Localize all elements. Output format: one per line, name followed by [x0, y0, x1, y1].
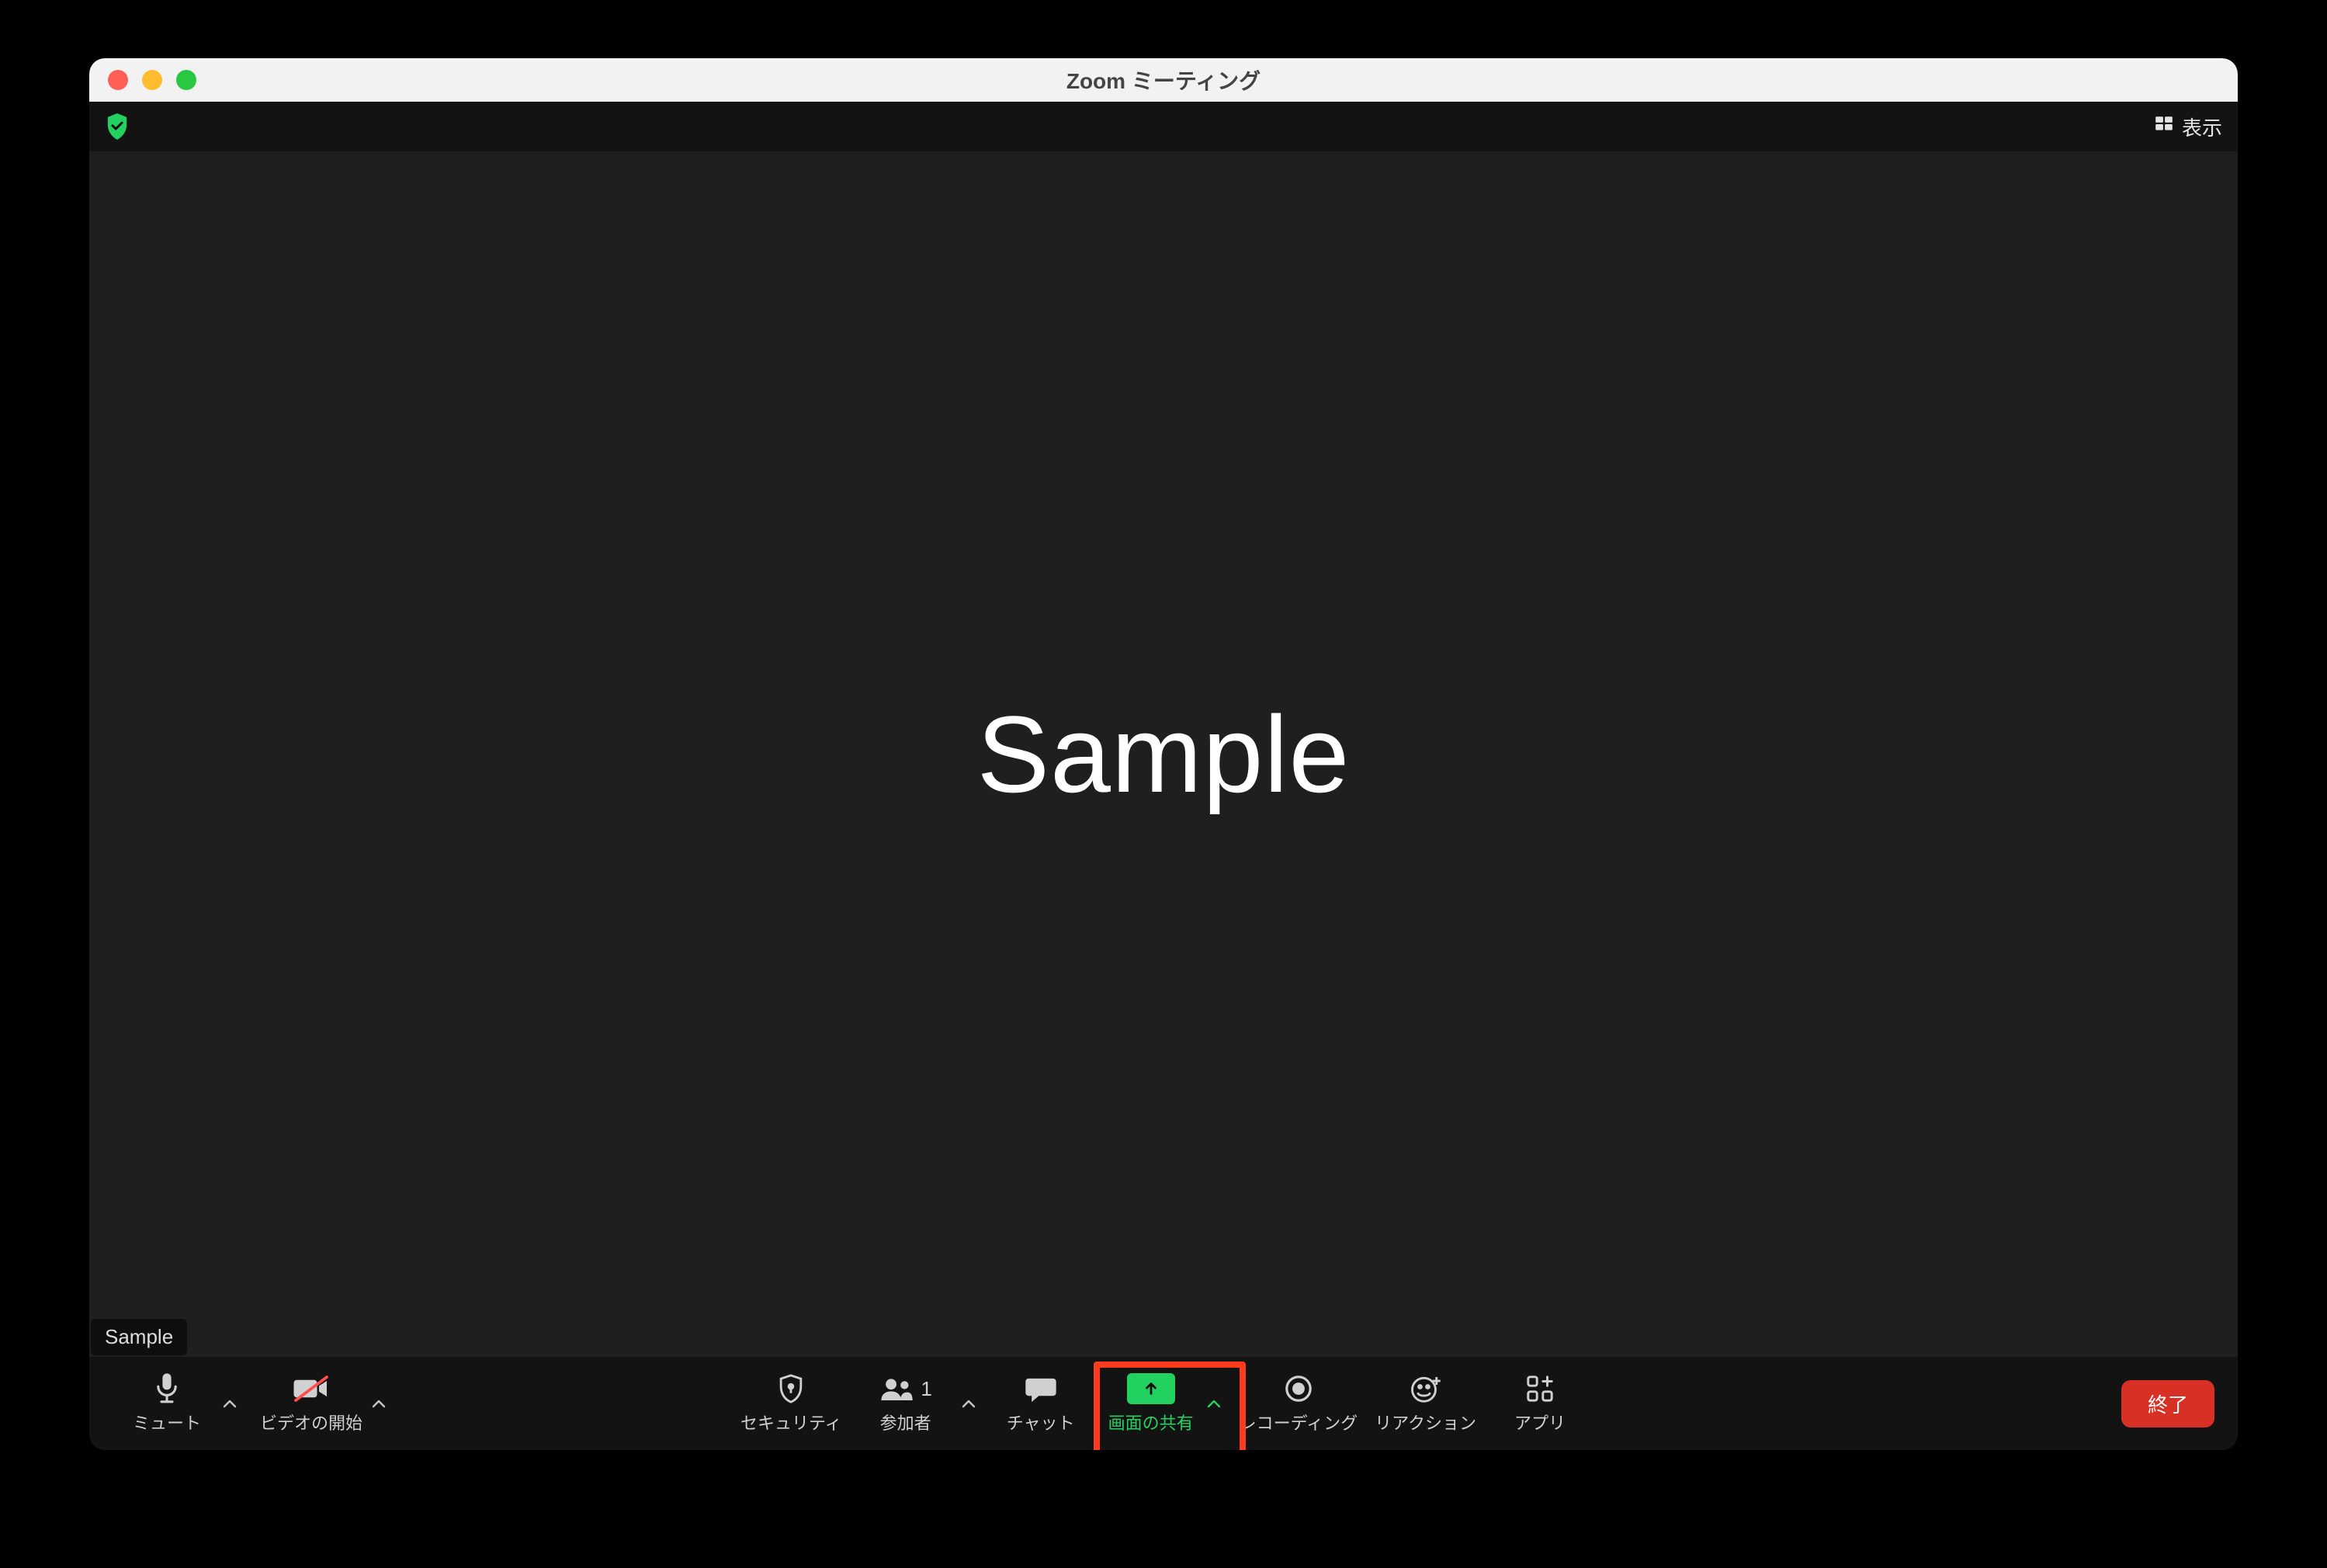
reactions-icon — [1410, 1372, 1441, 1405]
shield-icon — [777, 1372, 805, 1405]
share-screen-button[interactable]: 画面の共有 — [1105, 1372, 1198, 1434]
close-window-button[interactable] — [108, 70, 128, 90]
video-placeholder-text: Sample — [977, 692, 1351, 817]
share-screen-icon — [1127, 1372, 1175, 1405]
chat-button[interactable]: チャット — [994, 1372, 1087, 1434]
apps-button[interactable]: アプリ — [1493, 1372, 1587, 1434]
apps-icon — [1525, 1372, 1555, 1405]
share-options-chevron[interactable] — [1205, 1399, 1222, 1408]
window-controls — [108, 70, 196, 90]
participants-button[interactable]: 1 参加者 — [859, 1372, 952, 1434]
record-icon — [1284, 1372, 1313, 1405]
participant-name-label: Sample — [91, 1319, 187, 1355]
chat-label: チャット — [1007, 1410, 1075, 1434]
view-button[interactable]: 表示 — [2154, 113, 2222, 141]
audio-options-chevron[interactable] — [221, 1399, 238, 1408]
maximize-window-button[interactable] — [176, 70, 196, 90]
share-label: 画面の共有 — [1108, 1410, 1194, 1434]
reactions-button[interactable]: リアクション — [1375, 1372, 1476, 1434]
top-strip: 表示 — [89, 102, 2238, 151]
apps-label: アプリ — [1514, 1410, 1566, 1434]
window-title: Zoom ミーティング — [89, 64, 2238, 95]
participants-label: 参加者 — [880, 1410, 931, 1434]
titlebar: Zoom ミーティング — [89, 58, 2238, 102]
end-label: 終了 — [2148, 1393, 2188, 1417]
view-label: 表示 — [2182, 113, 2222, 141]
minimize-window-button[interactable] — [142, 70, 162, 90]
mute-button[interactable]: ミュート — [120, 1372, 213, 1434]
microphone-icon — [154, 1372, 180, 1405]
video-options-chevron[interactable] — [370, 1399, 387, 1408]
encryption-shield-icon[interactable] — [105, 113, 130, 140]
participants-count: 1 — [921, 1377, 931, 1401]
participants-options-chevron[interactable] — [960, 1399, 977, 1408]
video-area: Sample — [89, 151, 2238, 1357]
security-button[interactable]: セキュリティ — [740, 1372, 842, 1434]
security-label: セキュリティ — [740, 1410, 842, 1434]
video-label: ビデオの開始 — [260, 1410, 362, 1434]
end-meeting-button[interactable]: 終了 — [2121, 1380, 2214, 1428]
video-off-icon — [292, 1372, 331, 1405]
participants-icon: 1 — [879, 1372, 931, 1405]
record-button[interactable]: レコーディング — [1240, 1372, 1358, 1434]
record-label: レコーディング — [1240, 1410, 1358, 1434]
grid-view-icon — [2154, 114, 2174, 140]
mute-label: ミュート — [133, 1410, 201, 1434]
zoom-window: Zoom ミーティング 表示 — [89, 58, 2238, 1450]
reactions-label: リアクション — [1375, 1410, 1476, 1434]
start-video-button[interactable]: ビデオの開始 — [260, 1372, 362, 1434]
meeting-toolbar: ミュート — [89, 1357, 2238, 1450]
chat-icon — [1025, 1372, 1057, 1405]
